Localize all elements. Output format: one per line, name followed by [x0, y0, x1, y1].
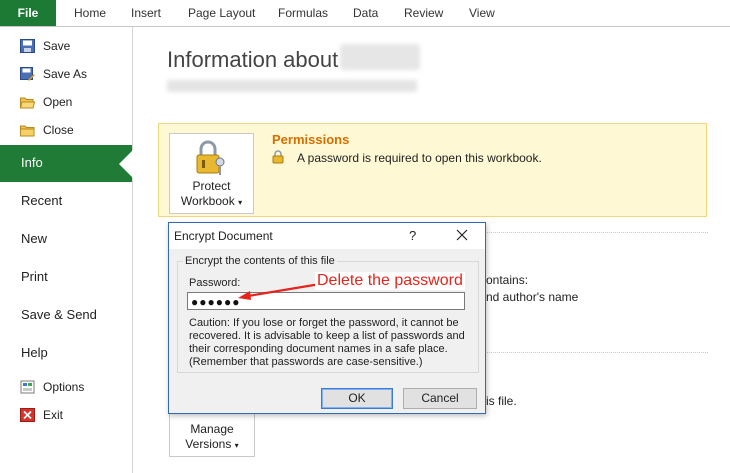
manage-button-line2-text: Versions	[185, 437, 232, 451]
manage-button-line1: Manage	[190, 422, 234, 436]
tab-view[interactable]: View	[469, 0, 495, 26]
protect-workbook-button[interactable]: Protect Workbook ▾	[169, 133, 254, 214]
chevron-down-icon: ▾	[234, 441, 239, 450]
backstage-panel: Save Save As Open Close Info Recent New …	[0, 27, 133, 473]
protect-button-line2: Workbook ▾	[170, 194, 253, 208]
group-label: Encrypt the contents of this file	[183, 255, 337, 267]
password-label: Password:	[189, 277, 241, 289]
protect-button-line2-text: Workbook	[180, 194, 235, 208]
options-icon	[20, 380, 35, 394]
tab-page-layout[interactable]: Page Layout	[188, 0, 255, 26]
nav-save-send[interactable]: Save & Send	[21, 307, 97, 322]
close-icon[interactable]	[455, 228, 469, 242]
tab-formulas[interactable]: Formulas	[278, 0, 328, 26]
blurred-file-path	[167, 80, 417, 92]
prepare-author-text: nd author's name	[486, 290, 579, 304]
caution-text: Caution: If you lose or forget the passw…	[189, 317, 465, 368]
protect-button-line1: Protect	[192, 179, 231, 193]
save-as-label: Save As	[43, 67, 88, 81]
chevron-down-icon: ▾	[238, 198, 243, 207]
dialog-title: Encrypt Document	[174, 229, 273, 243]
nav-info[interactable]: Info	[0, 145, 133, 182]
close-label: Close	[43, 123, 74, 137]
options-label: Options	[43, 380, 85, 394]
tab-home[interactable]: Home	[74, 0, 106, 26]
nav-new[interactable]: New	[21, 231, 47, 246]
ok-button[interactable]: OK	[321, 388, 393, 409]
prepare-contains-text: ontains:	[486, 273, 529, 287]
exit-label: Exit	[43, 408, 64, 422]
help-button[interactable]: ?	[409, 228, 416, 243]
encrypt-document-dialog: Encrypt Document ? Encrypt the contents …	[168, 222, 486, 414]
close-folder-icon	[20, 125, 35, 137]
nav-print[interactable]: Print	[21, 269, 48, 284]
permissions-title: Permissions	[272, 132, 350, 147]
ribbon: File Home Insert Page Layout Formulas Da…	[0, 0, 730, 27]
page-title: Information about	[167, 47, 339, 72]
save-as-icon	[20, 67, 35, 81]
annotation-arrow-icon	[238, 282, 321, 300]
dialog-titlebar[interactable]: Encrypt Document ?	[169, 223, 485, 249]
lock-keys-icon	[196, 140, 225, 175]
save-icon	[20, 39, 35, 53]
file-tab[interactable]: File	[0, 0, 56, 26]
nav-help[interactable]: Help	[21, 345, 48, 360]
tab-data[interactable]: Data	[353, 0, 378, 26]
nav-info-label: Info	[21, 155, 43, 170]
manage-button-line2: Versions ▾	[170, 437, 254, 451]
cancel-button[interactable]: Cancel	[403, 388, 477, 409]
exit-icon	[20, 408, 35, 422]
open-label: Open	[43, 95, 73, 109]
tab-review[interactable]: Review	[404, 0, 443, 26]
versions-file-text: is file.	[486, 394, 517, 408]
nav-recent[interactable]: Recent	[21, 193, 62, 208]
annotation-text: Delete the password	[315, 272, 465, 290]
permissions-description: A password is required to open this work…	[297, 151, 542, 165]
active-indicator	[119, 150, 133, 178]
save-label: Save	[43, 39, 71, 53]
password-field[interactable]: ●●●●●●	[187, 292, 465, 310]
open-folder-icon	[20, 97, 35, 109]
tab-insert[interactable]: Insert	[131, 0, 161, 26]
blurred-filename	[340, 44, 420, 70]
small-lock-icon	[272, 150, 284, 164]
manage-versions-button[interactable]: Manage Versions ▾	[169, 413, 255, 457]
